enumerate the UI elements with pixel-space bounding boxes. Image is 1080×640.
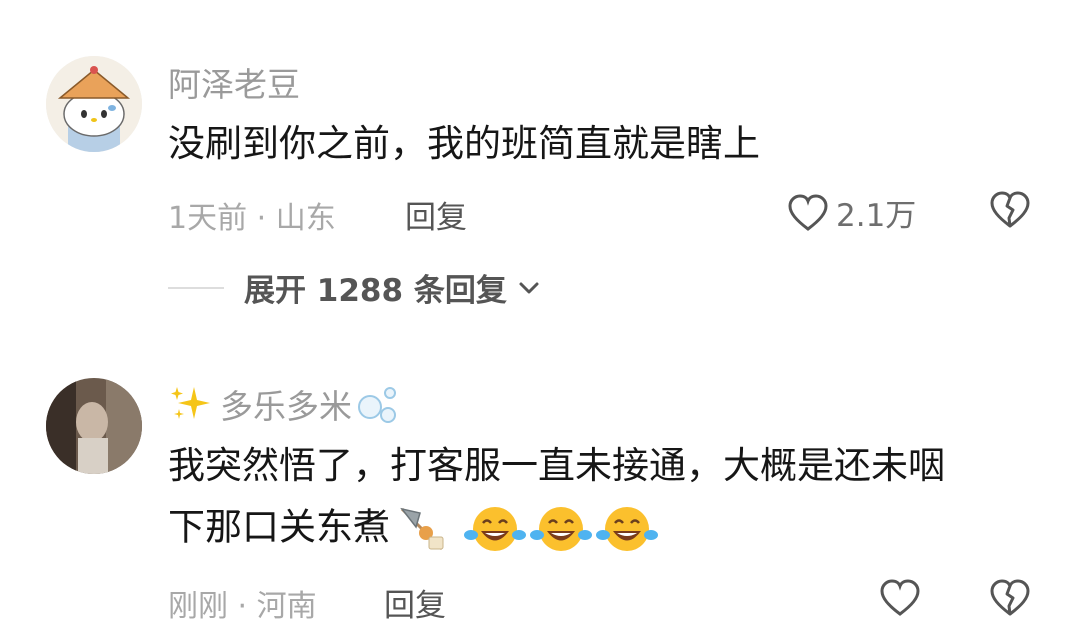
avatar[interactable]	[46, 56, 142, 152]
avatar-photo-image	[46, 378, 142, 474]
avatar-hello-kitty-image	[46, 56, 142, 152]
reply-button[interactable]: 回复	[384, 580, 446, 625]
comment-time: 1天前	[168, 201, 248, 236]
comment-meta: 1天前 · 山东	[168, 193, 336, 237]
chevron-down-icon	[519, 282, 539, 293]
username-text: 多乐多米	[220, 387, 352, 426]
like-button[interactable]	[878, 578, 922, 618]
expand-divider-line	[168, 286, 224, 289]
reply-button[interactable]: 回复	[405, 192, 467, 237]
comment-time: 刚刚	[168, 589, 228, 624]
tears-of-joy-emoji	[596, 506, 658, 551]
dislike-button[interactable]	[988, 578, 1032, 622]
expand-replies-label: 展开 1288 条回复	[244, 273, 507, 309]
comment-text: 没刷到你之前，我的班简直就是瞎上	[168, 116, 760, 172]
comment-location: 山东	[275, 201, 336, 236]
meta-separator: ·	[256, 201, 267, 236]
comment-text: 我突然悟了，打客服一直未接通，大概是还未咽 下那口关东煮	[168, 438, 945, 556]
broken-heart-icon	[990, 191, 1030, 228]
bubbles-icon	[358, 387, 396, 423]
avatar[interactable]	[46, 378, 142, 474]
tears-of-joy-emoji	[530, 506, 592, 551]
sparkles-icon	[171, 387, 210, 419]
comment-item: 阿泽老豆 没刷到你之前，我的班简直就是瞎上 1天前 · 山东 回复 2.1万 展…	[0, 0, 1080, 330]
like-button[interactable]: 2.1万	[786, 190, 916, 235]
tears-of-joy-emoji	[464, 506, 526, 551]
like-count: 2.1万	[836, 198, 917, 234]
expand-replies-button[interactable]: 展开 1288 条回复	[168, 265, 543, 310]
broken-heart-icon	[990, 579, 1030, 616]
comment-meta: 刚刚 · 河南	[168, 581, 317, 625]
comment-text-line: 没刷到你之前，我的班简直就是瞎上	[168, 122, 760, 165]
dislike-button[interactable]	[988, 190, 1032, 234]
comment-text-line: 下那口关东煮	[168, 505, 390, 549]
heart-outline-icon	[788, 193, 828, 231]
comment-location: 河南	[256, 589, 317, 624]
comment-item: 多乐多米 我突然悟了，打客服一直未接通，大概是还未咽 下那口关东煮 刚刚 · 河…	[0, 330, 1080, 640]
username[interactable]: 阿泽老豆	[168, 58, 300, 106]
heart-outline-icon	[880, 579, 920, 616]
oden-skewer-icon	[400, 507, 444, 550]
comment-text-line: 我突然悟了，打客服一直未接通，大概是还未咽	[168, 444, 945, 487]
username[interactable]: 多乐多米	[168, 380, 402, 428]
meta-separator: ·	[237, 589, 248, 624]
comment-text-line-2: 下那口关东煮	[168, 498, 945, 556]
